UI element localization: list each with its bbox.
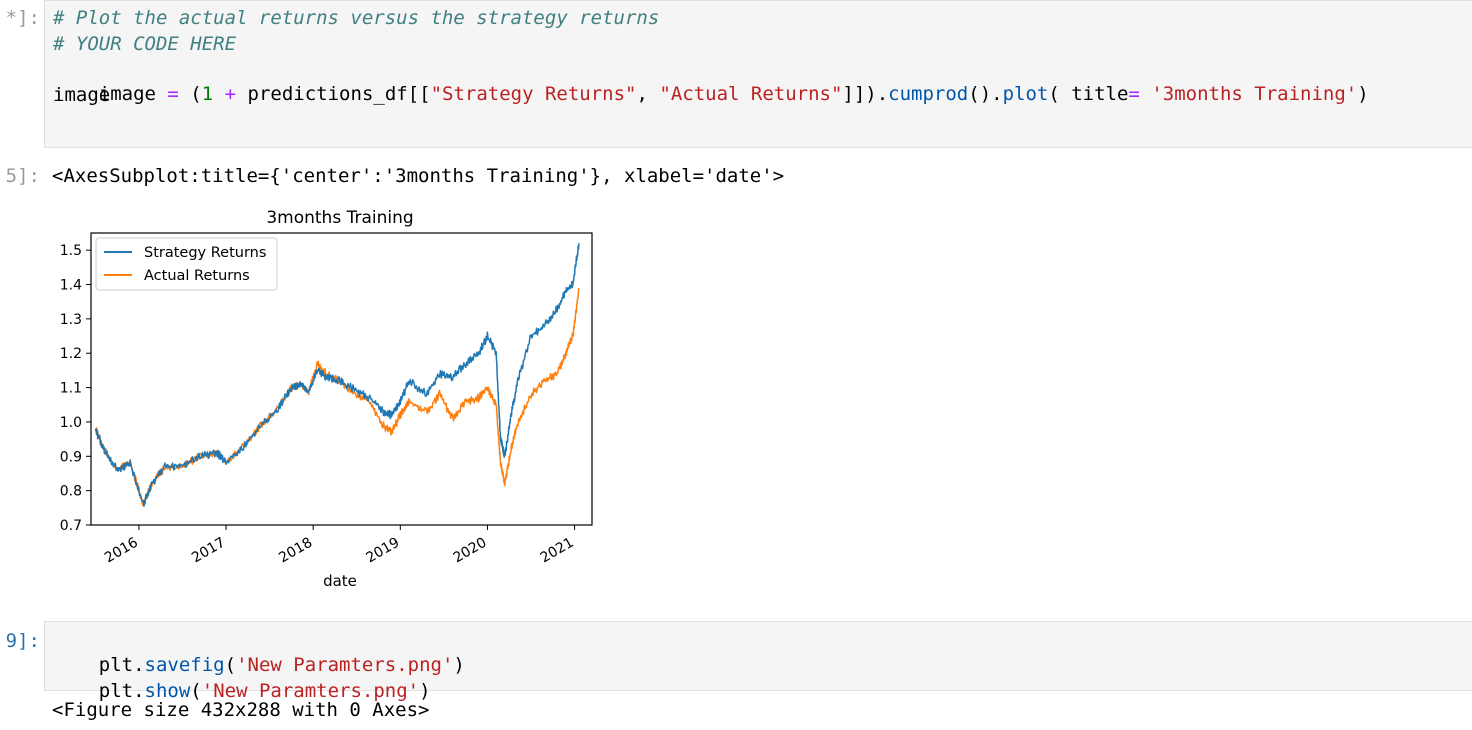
code-token: +: [224, 83, 237, 105]
code-token: ]]).: [842, 83, 889, 105]
y-tick-label: 1.5: [60, 243, 82, 259]
code-token: (: [178, 83, 202, 105]
code-token: =: [167, 83, 179, 105]
x-tick-label: 2018: [276, 535, 315, 567]
y-tick-label: 1.0: [60, 415, 82, 431]
y-axis: 0.7 0.8 0.9 1.0 1.1 1.2 1.3 1.4 1.5: [60, 243, 91, 534]
x-axis-label: date: [323, 572, 357, 590]
cell1-prompt: *]:: [5, 7, 40, 29]
legend-label: Strategy Returns: [144, 245, 266, 261]
x-tick-label: 2016: [102, 535, 141, 567]
output1-repr: <AxesSubplot:title={'center':'3months Tr…: [52, 165, 785, 187]
code-token: ): [453, 654, 465, 676]
cell2-prompt: 9]:: [5, 630, 40, 652]
x-axis: 2016 2017 2018 2019 2020 2021: [102, 525, 577, 566]
cell2-code-editor[interactable]: plt.savefig('New Paramters.png') plt.sho…: [44, 621, 1472, 702]
code-token: '3months Training': [1151, 83, 1358, 105]
chart-title: 3months Training: [266, 208, 413, 228]
x-tick-label: 2021: [538, 535, 577, 567]
y-tick-label: 1.3: [60, 312, 82, 328]
code-token: ): [1357, 83, 1369, 105]
legend: Strategy Returns Actual Returns: [95, 237, 278, 291]
code-token: =: [1128, 83, 1140, 105]
code-token: predictions_df[[: [236, 83, 431, 105]
x-tick-label: 2017: [189, 535, 228, 567]
output2-text: <Figure size 432x288 with 0 Axes>: [52, 699, 430, 721]
cell1-code-editor[interactable]: # Plot the actual returns versus the str…: [44, 0, 1472, 148]
code-token: ,: [636, 83, 660, 105]
y-tick-label: 0.7: [60, 518, 82, 534]
code-token: ( title: [1048, 83, 1129, 105]
code-token: "Actual Returns": [659, 83, 843, 105]
code-token: 1: [201, 83, 214, 105]
returns-chart: 3months Training 0.7 0.8 0.9 1.0 1.1 1.2 1.3 1.…: [60, 208, 593, 590]
series-line: [94, 287, 580, 507]
y-tick-label: 1.1: [60, 381, 82, 397]
code-token: "Strategy Returns": [430, 83, 637, 105]
y-tick-label: 0.8: [60, 484, 82, 500]
y-tick-label: 1.4: [60, 278, 82, 294]
code-line-plot-call: image = (1 + predictions_df[["Strategy R…: [53, 57, 1369, 132]
code-comment-line: # Plot the actual returns versus the str…: [53, 7, 660, 29]
x-tick-label: 2019: [363, 535, 402, 567]
output1-prompt: 5]:: [5, 165, 40, 187]
y-tick-label: 0.9: [60, 449, 82, 465]
code-comment-line: # YOUR CODE HERE: [53, 33, 237, 55]
code-line-image: image: [53, 84, 111, 106]
code-token: ().: [968, 83, 1003, 105]
x-tick-label: 2020: [451, 535, 490, 567]
code-token: plot: [1002, 83, 1049, 105]
legend-label: Actual Returns: [144, 268, 250, 284]
code-token: cumprod: [888, 83, 969, 105]
y-tick-label: 1.2: [60, 346, 82, 362]
